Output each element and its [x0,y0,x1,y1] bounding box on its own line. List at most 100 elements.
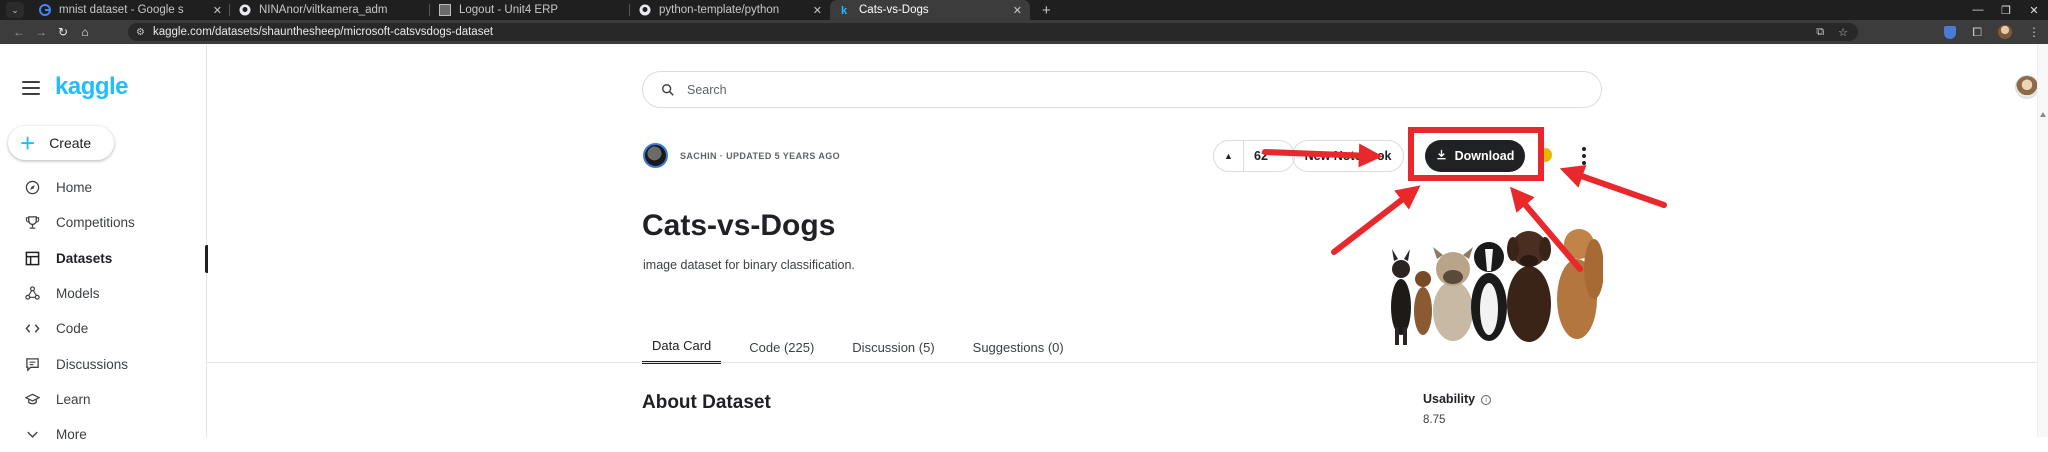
search-input[interactable]: Search [642,71,1602,108]
chat-icon [24,356,40,372]
sidebar-nav: Home Competitions Datasets Models Code D… [0,170,208,452]
create-button[interactable]: + Create [8,126,114,160]
tab-title: NINAnor/viltkamera_adm [259,4,388,16]
sidebar-item-competitions[interactable]: Competitions [0,205,207,240]
table-icon [24,250,40,266]
tab-code[interactable]: Code (225) [739,330,824,364]
profile-avatar[interactable] [1998,25,2012,39]
close-window-icon[interactable]: ✕ [2020,4,2048,17]
browser-tab-0[interactable]: mnist dataset - Google s ✕ [30,0,230,20]
upvote-control[interactable]: ▲ 62 [1213,140,1295,172]
sidebar-item-label: Datasets [56,250,113,266]
forward-icon[interactable]: → [30,25,52,39]
browser-tab-4[interactable]: k Cats-vs-Dogs ✕ [830,0,1030,20]
kaggle-icon: k [838,4,851,17]
unit4-icon [438,4,451,17]
window-controls: — ❐ ✕ [1964,0,2048,20]
browser-tab-3[interactable]: python-template/python ✕ [630,0,830,20]
close-icon[interactable]: ✕ [1013,4,1022,17]
info-icon[interactable]: i [1481,394,1492,405]
dataset-author: SACHIN · UPDATED 5 YEARS AGO [643,143,840,168]
trophy-icon [24,215,40,231]
hamburger-menu-icon[interactable] [22,81,40,95]
about-heading: About Dataset [642,392,771,413]
tab-title: mnist dataset - Google s [59,4,184,16]
sidebar-item-label: Code [56,321,89,337]
extension-shield-icon[interactable] [1944,25,1957,39]
create-label: Create [49,135,92,151]
tab-title: python-template/python [659,4,780,16]
close-icon[interactable]: ✕ [813,4,822,17]
sidebar-item-code[interactable]: Code [0,311,207,346]
tab-title: Cats-vs-Dogs [859,4,929,16]
tabs-divider [207,362,2048,363]
browser-toolbar: ← → ↻ ⌂ ⚙ kaggle.com/datasets/shaunthesh… [0,20,2048,44]
browser-tab-1[interactable]: NINAnor/viltkamera_adm [230,0,430,20]
bookmark-star-icon[interactable]: ☆ [1838,26,1848,39]
install-app-icon[interactable]: ⧉ [1816,26,1824,39]
sidebar-item-label: More [56,427,87,443]
chevron-down-icon [24,427,40,443]
url-text: kaggle.com/datasets/shaunthesheep/micros… [152,26,494,38]
google-icon [38,4,51,17]
plus-icon: + [20,128,36,158]
address-bar[interactable]: ⚙ kaggle.com/datasets/shaunthesheep/micr… [128,23,1858,41]
sidebar: kaggle + Create Home Competitions Datase… [0,44,208,442]
search-icon [662,83,674,96]
home-icon[interactable]: ⌂ [74,25,96,39]
author-meta: SACHIN · UPDATED 5 YEARS AGO [680,150,841,161]
tab-discussion[interactable]: Discussion (5) [842,330,944,364]
svg-text:k: k [841,5,848,16]
github-icon [238,4,251,17]
extensions-puzzle-icon[interactable]: ⧠ [1972,25,1982,40]
dataset-cover-image [1379,199,1603,347]
new-notebook-label: New Notebook [1304,149,1392,163]
tab-suggestions[interactable]: Suggestions (0) [963,330,1074,364]
sidebar-item-home[interactable]: Home [0,170,207,205]
author-avatar[interactable] [643,143,668,168]
usability-value: 8.75 [1423,414,1446,426]
dataset-tabs: Data Card Code (225) Discussion (5) Sugg… [642,330,1092,364]
dataset-title: Cats-vs-Dogs [642,209,836,242]
new-tab-button[interactable]: + [1042,2,1051,19]
scroll-up-arrow-icon[interactable] [2040,112,2046,117]
sidebar-item-label: Discussions [56,356,129,372]
usability-label-text: Usability [1423,392,1476,406]
restore-icon[interactable]: ❐ [1992,4,2020,17]
reload-icon[interactable]: ↻ [52,25,74,39]
graduation-cap-icon [24,391,40,407]
compass-icon [24,180,40,196]
browser-menu-icon[interactable]: ⋮ [2028,25,2040,39]
minimize-icon[interactable]: — [1964,4,1992,16]
more-options-icon[interactable] [1578,142,1590,170]
code-icon [24,321,40,337]
back-icon[interactable]: ← [8,25,30,39]
highlight-box [1408,127,1544,181]
sidebar-item-models[interactable]: Models [0,276,207,311]
sidebar-item-label: Learn [56,391,91,407]
models-icon [24,286,40,302]
tab-title: Logout - Unit4 ERP [459,4,559,16]
vote-count: 62 [1254,149,1268,163]
dataset-subtitle: image dataset for binary classification. [643,258,855,272]
site-settings-icon[interactable]: ⚙ [136,27,145,38]
search-placeholder: Search [687,82,727,97]
tab-data-card[interactable]: Data Card [642,330,722,364]
github-icon [638,4,651,17]
sidebar-item-datasets[interactable]: Datasets [0,241,208,276]
sidebar-item-label: Competitions [56,215,135,231]
close-icon[interactable]: ✕ [213,4,222,17]
tab-search-button[interactable]: ⌄ [6,2,24,18]
sidebar-item-more[interactable]: More [0,417,207,452]
usability-label: Usability i [1423,392,1492,406]
page-scrollbar[interactable] [2037,44,2048,437]
kaggle-logo[interactable]: kaggle [55,73,129,101]
sidebar-item-label: Home [56,180,93,196]
browser-tab-2[interactable]: Logout - Unit4 ERP [430,0,630,20]
sidebar-item-learn[interactable]: Learn [0,382,207,417]
sidebar-item-discussions[interactable]: Discussions [0,346,207,381]
user-avatar[interactable] [2015,75,2039,99]
upvote-arrow-icon[interactable]: ▲ [1214,141,1244,171]
browser-tab-strip: ⌄ mnist dataset - Google s ✕ NINAnor/vil… [0,0,2048,20]
new-notebook-button[interactable]: New Notebook [1292,140,1404,172]
